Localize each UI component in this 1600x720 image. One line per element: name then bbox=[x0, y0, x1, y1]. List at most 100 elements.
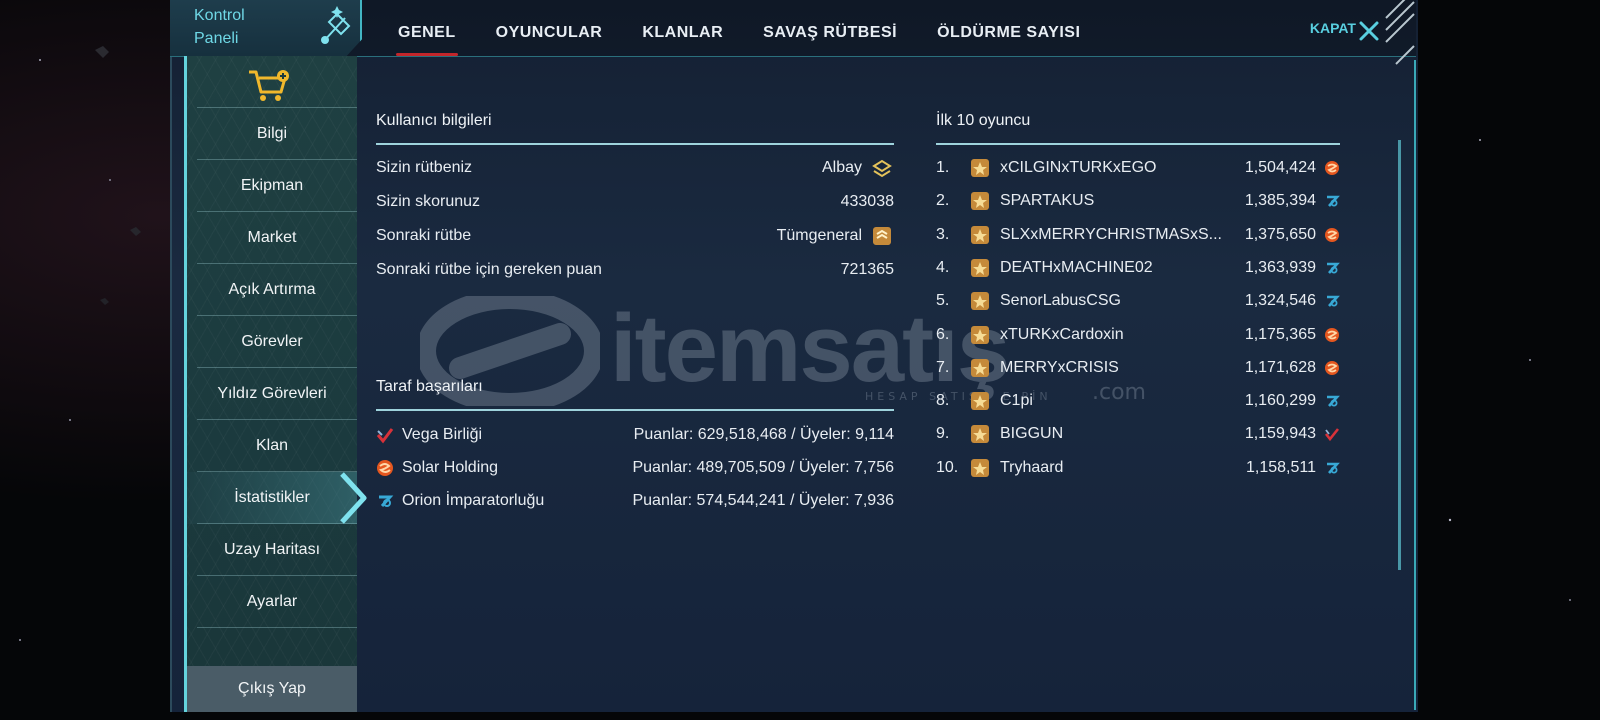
vega-faction-icon bbox=[1324, 428, 1340, 442]
user-info-divider bbox=[376, 143, 894, 145]
top10-player-score: 1,160,299 bbox=[1244, 392, 1316, 410]
orion-faction-icon bbox=[1327, 395, 1340, 407]
top10-player-name[interactable]: SLXxMERRYCHRISTMASxS... bbox=[1000, 226, 1222, 244]
faction-stats-solar: Puanlar: 489,705,509 / Üyeler: 7,756 bbox=[632, 459, 894, 476]
top10-rank-number: 4. bbox=[936, 258, 950, 276]
control-panel: Kontrol Paneli GENEL OYUNCULAR KLANLAR S… bbox=[170, 0, 1418, 712]
sidebar-item-yildiz-gorevleri[interactable]: Yıldız Görevleri bbox=[187, 368, 357, 420]
rank-value: Albay bbox=[821, 159, 862, 176]
top10-rank-number: 9. bbox=[936, 425, 950, 443]
top10-rank-number: 5. bbox=[936, 292, 950, 310]
top10-player-score: 1,385,394 bbox=[1244, 192, 1316, 210]
top10-rank-number: 8. bbox=[936, 392, 950, 410]
top10-player-name[interactable]: C1pi bbox=[1000, 392, 1033, 410]
close-label[interactable]: KAPAT bbox=[1310, 20, 1356, 36]
top10-player-name[interactable]: SPARTAKUS bbox=[1000, 192, 1094, 210]
top10-player-name[interactable]: xTURKxCardoxin bbox=[1000, 326, 1124, 344]
next-rank-label: Sonraki rütbe bbox=[376, 227, 472, 244]
solar-faction-icon bbox=[1325, 360, 1339, 375]
panel-background bbox=[170, 0, 1418, 712]
top10-title: İlk 10 oyuncu bbox=[936, 112, 1031, 129]
player-rank-badge-icon bbox=[971, 425, 989, 444]
orion-faction-icon bbox=[1327, 262, 1340, 274]
top10-player-name[interactable]: Tryhaard bbox=[1000, 459, 1063, 477]
control-panel-badge: Kontrol Paneli bbox=[170, 0, 362, 56]
satellite-icon bbox=[321, 6, 351, 44]
solar-faction-icon bbox=[1325, 227, 1339, 242]
orion-faction-icon bbox=[379, 495, 394, 507]
logout-button[interactable]: Çıkış Yap bbox=[187, 666, 357, 712]
rank-major-general-icon bbox=[873, 227, 891, 245]
sidebar-item-acik-artirma[interactable]: Açık Artırma bbox=[187, 264, 357, 316]
sidebar-item-klan[interactable]: Klan bbox=[187, 420, 357, 472]
tab-genel[interactable]: GENEL bbox=[378, 0, 476, 56]
control-panel-title: Kontrol Paneli bbox=[194, 7, 245, 47]
sidebar-item-gorevler[interactable]: Görevler bbox=[187, 316, 357, 368]
faction-name-orion: Orion İmparatorluğu bbox=[402, 492, 545, 509]
faction-stats-vega: Puanlar: 629,518,468 / Üyeler: 9,114 bbox=[633, 426, 894, 443]
score-value: 433038 bbox=[840, 193, 894, 210]
top10-player-name[interactable]: MERRYxCRISIS bbox=[1000, 359, 1119, 377]
shopping-cart-icon[interactable] bbox=[247, 68, 291, 102]
top10-player-name[interactable]: BIGGUN bbox=[1000, 425, 1063, 443]
user-info-title: Kullanıcı bilgileri bbox=[376, 112, 492, 129]
sidebar-item-istatistikler[interactable]: İstatistikler bbox=[187, 472, 357, 524]
top10-player-name[interactable]: DEATHxMACHINE02 bbox=[1000, 259, 1153, 277]
factions-divider bbox=[376, 409, 894, 411]
close-icon[interactable] bbox=[1358, 20, 1380, 42]
score-label: Sizin skorunuz bbox=[376, 193, 481, 210]
top10-rank-number: 1. bbox=[936, 159, 950, 176]
top10-rank-number: 2. bbox=[936, 192, 950, 210]
top10-player-score: 1,175,365 bbox=[1244, 325, 1316, 343]
rank-colonel-icon bbox=[872, 159, 892, 178]
tab-oldurme-sayisi[interactable]: ÖLDÜRME SAYISI bbox=[917, 0, 1100, 56]
player-rank-badge-icon bbox=[971, 225, 989, 244]
top10-player-name[interactable]: SenorLabusCSG bbox=[1000, 292, 1121, 310]
top10-player-score: 1,158,511 bbox=[1246, 458, 1316, 476]
sidebar-item-ekipman[interactable]: Ekipman bbox=[187, 160, 357, 212]
tab-oyuncular[interactable]: OYUNCULAR bbox=[476, 0, 623, 56]
active-item-arrow-icon bbox=[340, 472, 367, 524]
solar-faction-icon bbox=[1325, 161, 1339, 175]
faction-name-vega: Vega Birliği bbox=[402, 426, 483, 443]
top10-player-score: 1,171,628 bbox=[1244, 358, 1316, 376]
tab-savas-rutbesi[interactable]: SAVAŞ RÜTBESİ bbox=[743, 0, 917, 56]
factions-title: Taraf başarıları bbox=[376, 378, 483, 395]
sidebar-item-bilgi[interactable]: Bilgi bbox=[187, 108, 357, 160]
required-points-value: 721365 bbox=[840, 261, 894, 278]
solar-faction-icon bbox=[1325, 327, 1339, 342]
orion-faction-icon bbox=[1327, 195, 1340, 208]
top10-player-score: 1,375,650 bbox=[1244, 225, 1316, 243]
required-points-label: Sonraki rütbe için gereken puan bbox=[376, 261, 602, 278]
top10-player-name[interactable]: xCILGINxTURKxEGO bbox=[1000, 159, 1156, 177]
tab-klanlar[interactable]: KLANLAR bbox=[622, 0, 743, 56]
sidebar-divider bbox=[197, 627, 357, 628]
top10-divider bbox=[936, 143, 1340, 145]
player-rank-badge-icon bbox=[971, 292, 989, 311]
player-rank-badge-icon bbox=[971, 392, 989, 411]
orion-faction-icon bbox=[1327, 295, 1340, 308]
faction-stats-orion: Puanlar: 574,544,241 / Üyeler: 7,936 bbox=[632, 492, 894, 509]
top10-player-score: 1,363,939 bbox=[1244, 258, 1316, 276]
top10-rank-number: 10. bbox=[936, 458, 959, 476]
solar-faction-icon bbox=[377, 460, 393, 476]
faction-name-solar: Solar Holding bbox=[402, 459, 499, 476]
player-rank-badge-icon bbox=[971, 325, 989, 344]
sidebar-item-ayarlar[interactable]: Ayarlar bbox=[187, 576, 357, 628]
orion-faction-icon bbox=[1327, 462, 1340, 474]
top10-player-score: 1,159,943 bbox=[1244, 425, 1316, 443]
top10-rank-number: 3. bbox=[936, 225, 950, 243]
panel-right-border bbox=[1414, 60, 1416, 710]
sidebar-item-market[interactable]: Market bbox=[187, 212, 357, 264]
tab-bar: GENEL OYUNCULAR KLANLAR SAVAŞ RÜTBESİ ÖL… bbox=[378, 0, 1100, 56]
player-rank-badge-icon bbox=[971, 258, 989, 277]
player-rank-badge-icon bbox=[971, 358, 989, 377]
next-rank-value: Tümgeneral bbox=[776, 227, 862, 244]
rank-label: Sizin rütbeniz bbox=[376, 159, 473, 176]
vega-faction-icon bbox=[376, 428, 394, 444]
top10-player-score: 1,504,424 bbox=[1244, 159, 1316, 176]
corner-decoration-icon bbox=[1385, 0, 1415, 65]
sidebar-item-uzay-haritasi[interactable]: Uzay Haritası bbox=[187, 524, 357, 576]
scrollbar[interactable] bbox=[1398, 140, 1401, 570]
player-rank-badge-icon bbox=[971, 458, 989, 477]
